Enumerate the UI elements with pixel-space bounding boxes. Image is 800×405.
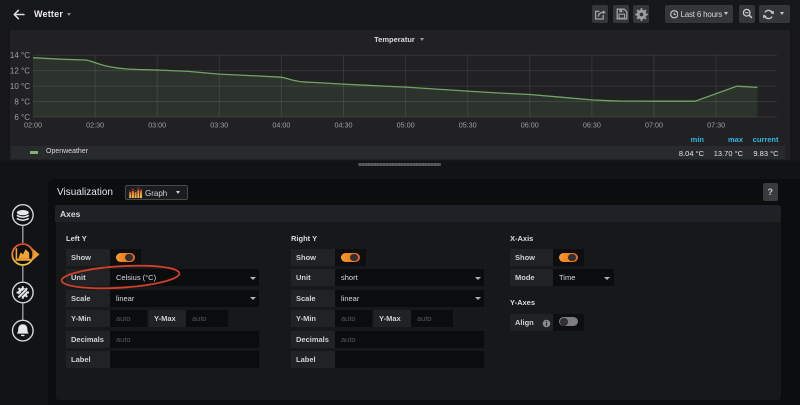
svg-text:03:00: 03:00 xyxy=(148,121,166,130)
svg-text:06:30: 06:30 xyxy=(583,121,601,130)
svg-text:10 °C: 10 °C xyxy=(10,82,30,91)
svg-text:14 °C: 14 °C xyxy=(10,51,30,60)
svg-text:03:30: 03:30 xyxy=(210,121,228,130)
svg-text:8 °C: 8 °C xyxy=(14,98,30,107)
svg-text:02:00: 02:00 xyxy=(24,121,42,130)
svg-text:07:00: 07:00 xyxy=(645,121,663,130)
svg-text:04:00: 04:00 xyxy=(272,121,290,130)
svg-text:02:30: 02:30 xyxy=(86,121,104,130)
svg-text:05:00: 05:00 xyxy=(397,121,415,130)
svg-text:05:30: 05:30 xyxy=(459,121,477,130)
svg-text:06:00: 06:00 xyxy=(521,121,539,130)
svg-text:07:30: 07:30 xyxy=(707,121,725,130)
svg-text:12 °C: 12 °C xyxy=(10,67,30,76)
svg-text:04:30: 04:30 xyxy=(335,121,353,130)
